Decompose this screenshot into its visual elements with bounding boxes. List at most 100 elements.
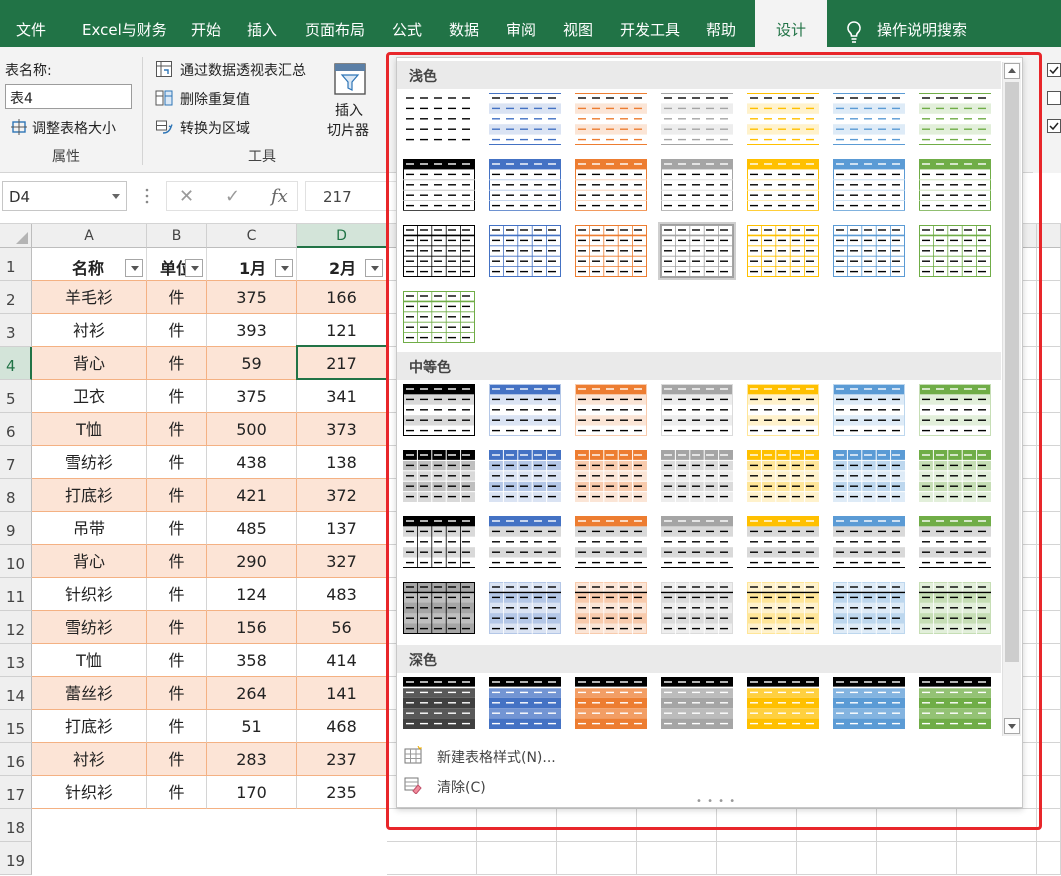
tab-3[interactable]: 插入: [247, 0, 277, 47]
new-table-style-button[interactable]: 新建表格样式(N)...: [400, 742, 800, 770]
table-cell[interactable]: 针织衫: [32, 578, 147, 611]
filter-dropdown-button[interactable]: [365, 259, 383, 277]
insert-function-icon[interactable]: fx: [271, 186, 288, 207]
table-cell[interactable]: 375: [207, 281, 297, 314]
light-style-swatch[interactable]: [400, 156, 478, 214]
table-cell[interactable]: 217: [297, 347, 387, 380]
table-cell[interactable]: 件: [147, 677, 207, 710]
table-cell[interactable]: 170: [207, 776, 297, 809]
row-header-7[interactable]: 7: [0, 446, 32, 479]
medium-style-swatch[interactable]: [486, 513, 564, 571]
row-header-16[interactable]: 16: [0, 743, 32, 776]
table-cell[interactable]: 341: [297, 380, 387, 413]
row-header-17[interactable]: 17: [0, 776, 32, 809]
tab-0[interactable]: 文件: [16, 0, 46, 47]
table-cell[interactable]: 138: [297, 446, 387, 479]
empty-cell[interactable]: [557, 842, 637, 875]
column-header-B[interactable]: B: [147, 224, 207, 248]
row-header-13[interactable]: 13: [0, 644, 32, 677]
cancel-icon[interactable]: ✕: [179, 186, 194, 207]
row-header-2[interactable]: 2: [0, 281, 32, 314]
style-option-checkbox-3[interactable]: [1047, 119, 1061, 133]
enter-icon[interactable]: ✓: [225, 186, 240, 207]
table-cell[interactable]: 235: [297, 776, 387, 809]
empty-cell[interactable]: [637, 809, 717, 842]
filter-dropdown-button[interactable]: [275, 259, 293, 277]
scroll-down-button[interactable]: [1004, 718, 1020, 734]
empty-cell[interactable]: [1037, 611, 1061, 644]
medium-style-swatch[interactable]: [830, 579, 908, 637]
medium-style-swatch[interactable]: [830, 513, 908, 571]
light-style-swatch[interactable]: [744, 222, 822, 280]
table-cell[interactable]: 485: [207, 512, 297, 545]
table-cell[interactable]: 500: [207, 413, 297, 446]
light-style-swatch[interactable]: [572, 90, 650, 148]
medium-style-swatch[interactable]: [744, 381, 822, 439]
empty-cell[interactable]: [1037, 380, 1061, 413]
medium-style-swatch[interactable]: [744, 447, 822, 505]
table-cell[interactable]: 59: [207, 347, 297, 380]
table-cell[interactable]: 打底衫: [32, 710, 147, 743]
light-style-swatch[interactable]: [572, 222, 650, 280]
table-cell[interactable]: 51: [207, 710, 297, 743]
tab-5[interactable]: 公式: [392, 0, 422, 47]
table-cell[interactable]: 327: [297, 545, 387, 578]
table-cell[interactable]: 件: [147, 347, 207, 380]
tab-1[interactable]: Excel与财务: [82, 0, 167, 47]
medium-style-swatch[interactable]: [400, 579, 478, 637]
column-header-A[interactable]: A: [32, 224, 147, 248]
empty-cell[interactable]: [1037, 710, 1061, 743]
dark-style-swatch[interactable]: [658, 674, 736, 732]
medium-style-swatch[interactable]: [830, 447, 908, 505]
empty-cell[interactable]: [477, 842, 557, 875]
empty-cell[interactable]: [957, 842, 1037, 875]
table-cell[interactable]: 雪纺衫: [32, 446, 147, 479]
filter-dropdown-button[interactable]: [185, 259, 203, 277]
table-cell[interactable]: 166: [297, 281, 387, 314]
medium-style-swatch[interactable]: [572, 381, 650, 439]
dark-style-swatch[interactable]: [572, 674, 650, 732]
gallery-scrollbar[interactable]: [1002, 62, 1021, 736]
empty-cell[interactable]: [637, 842, 717, 875]
empty-cell[interactable]: [877, 842, 957, 875]
table-cell[interactable]: 件: [147, 446, 207, 479]
table-cell[interactable]: 吊带: [32, 512, 147, 545]
light-style-swatch[interactable]: [400, 222, 478, 280]
table-cell[interactable]: 56: [297, 611, 387, 644]
remove-duplicates-button[interactable]: 删除重复值: [155, 87, 275, 109]
medium-style-swatch[interactable]: [916, 447, 994, 505]
tab-10[interactable]: 帮助: [706, 0, 736, 47]
row-header-4[interactable]: 4: [0, 347, 32, 380]
tab-9[interactable]: 开发工具: [620, 0, 680, 47]
table-cell[interactable]: 衬衫: [32, 314, 147, 347]
empty-cell[interactable]: [797, 809, 877, 842]
table-cell[interactable]: 393: [207, 314, 297, 347]
row-header-11[interactable]: 11: [0, 578, 32, 611]
table-name-input[interactable]: 表4: [5, 84, 132, 109]
empty-cell[interactable]: [1037, 314, 1061, 347]
table-cell[interactable]: 件: [147, 512, 207, 545]
table-cell[interactable]: 141: [297, 677, 387, 710]
row-header-1[interactable]: 1: [0, 248, 32, 281]
column-header-blank[interactable]: [1037, 224, 1061, 248]
table-cell[interactable]: 件: [147, 314, 207, 347]
resize-grip-icon[interactable]: • • • •: [696, 796, 736, 807]
table-header-cell[interactable]: 名称: [32, 248, 147, 281]
light-style-swatch[interactable]: [400, 288, 478, 346]
resize-table-button[interactable]: 调整表格大小: [8, 116, 138, 138]
light-style-swatch[interactable]: [486, 156, 564, 214]
table-cell[interactable]: 件: [147, 776, 207, 809]
empty-cell[interactable]: [1037, 347, 1061, 380]
tab-11[interactable]: 设计: [755, 0, 827, 50]
table-cell[interactable]: 打底衫: [32, 479, 147, 512]
light-style-swatch[interactable]: [400, 90, 478, 148]
table-cell[interactable]: 蕾丝衫: [32, 677, 147, 710]
medium-style-swatch[interactable]: [486, 579, 564, 637]
light-style-swatch[interactable]: [658, 156, 736, 214]
empty-cell[interactable]: [1037, 776, 1061, 809]
row-header-10[interactable]: 10: [0, 545, 32, 578]
row-header-12[interactable]: 12: [0, 611, 32, 644]
row-header-18[interactable]: 18: [0, 809, 32, 842]
medium-style-swatch[interactable]: [658, 381, 736, 439]
medium-style-swatch[interactable]: [744, 513, 822, 571]
